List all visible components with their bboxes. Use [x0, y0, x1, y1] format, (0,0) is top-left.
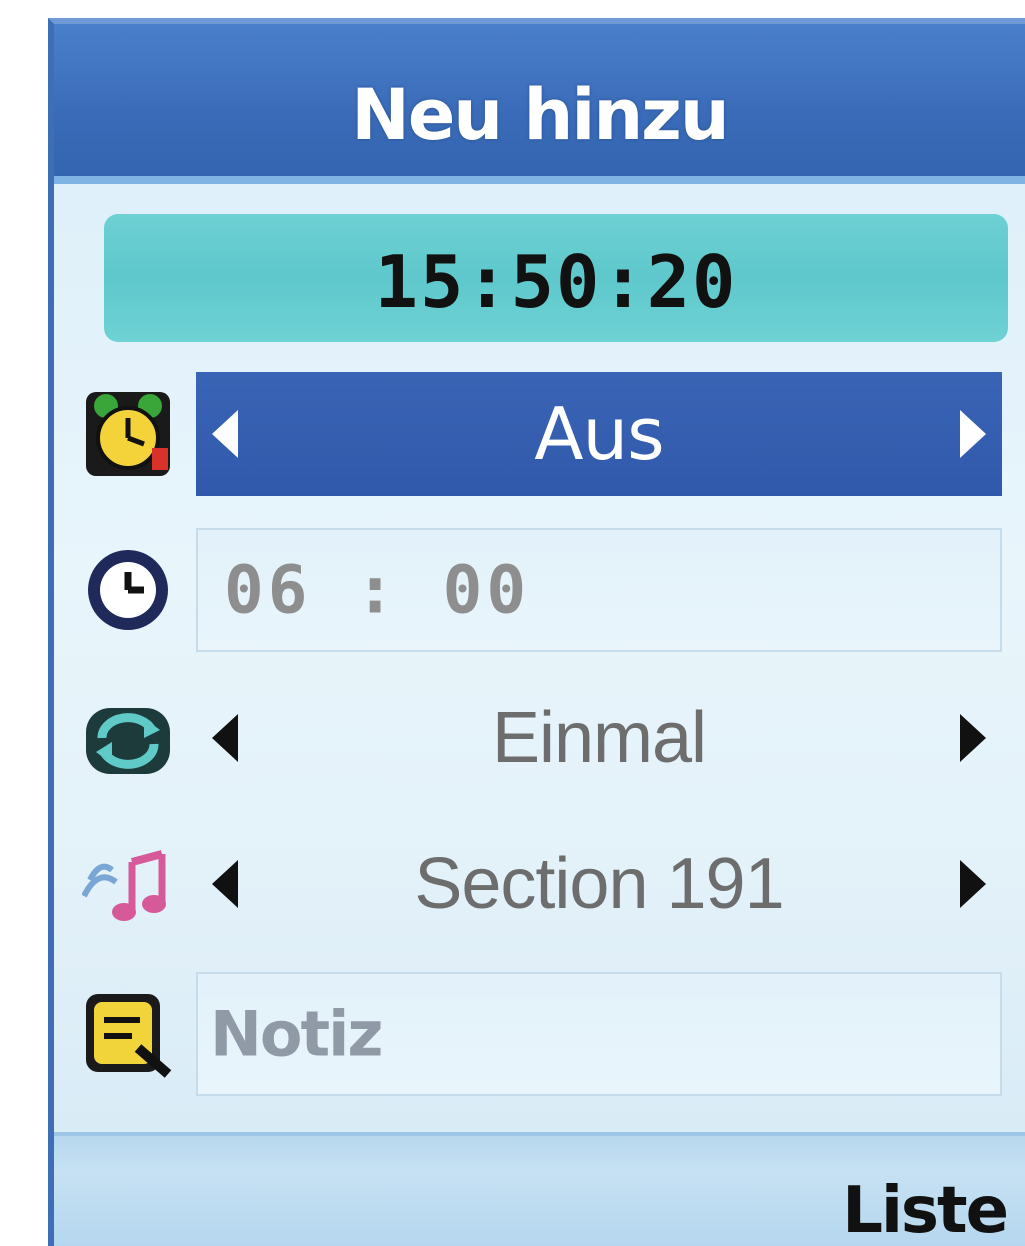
clock-icon: [88, 550, 168, 630]
repeat-icon: [86, 708, 170, 774]
music-note-icon: [82, 850, 166, 921]
arrow-right-icon[interactable]: [960, 410, 986, 458]
repeat-value: Einmal: [491, 698, 707, 778]
memo-icon: [86, 994, 172, 1078]
current-time: 15:50:20: [374, 240, 738, 324]
arrow-right-icon[interactable]: [960, 860, 986, 908]
note-placeholder: Notiz: [210, 997, 383, 1071]
alarm-clock-icon: [86, 392, 170, 476]
repeat-selector[interactable]: Einmal: [196, 676, 1002, 800]
screen-title: Neu hinzu: [351, 74, 730, 156]
alarm-time-field[interactable]: 06 : 00: [196, 528, 1002, 652]
phone-screen: Neu hinzu 15:50:20 Aus 06 : 00 Einmal Se…: [48, 18, 1025, 1246]
alarm-state-selector[interactable]: Aus: [196, 372, 1002, 496]
alarm-time-value: 06 : 00: [224, 551, 531, 629]
softkey-bar: Liste: [54, 1132, 1025, 1246]
alarm-state-value: Aus: [534, 392, 664, 476]
current-time-bar: 15:50:20: [104, 214, 1008, 342]
arrow-right-icon[interactable]: [960, 714, 986, 762]
title-bar: Neu hinzu: [54, 24, 1025, 184]
melody-selector[interactable]: Section 191: [196, 822, 1002, 946]
melody-value: Section 191: [414, 844, 784, 924]
list-softkey[interactable]: Liste: [842, 1174, 1009, 1246]
note-field[interactable]: Notiz: [196, 972, 1002, 1096]
